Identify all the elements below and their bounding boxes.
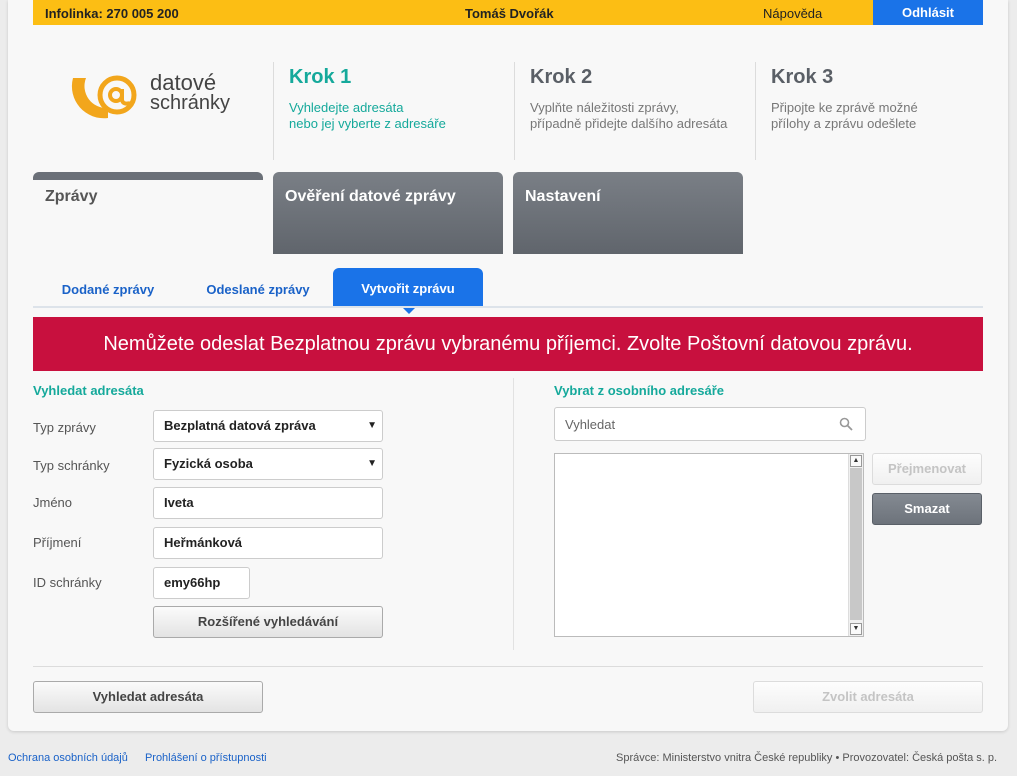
privacy-link[interactable]: Ochrana osobních údajů [8, 752, 128, 764]
name-label: Jméno [33, 495, 73, 510]
search-recipient-button[interactable]: Vyhledat adresáta [33, 681, 263, 713]
message-type-select[interactable]: Bezplatná datová zpráva ▼ [153, 410, 383, 442]
name-input[interactable]: Iveta [153, 487, 383, 519]
infoline: Infolinka: 270 005 200 [45, 6, 179, 21]
tab-messages[interactable]: Zprávy [33, 172, 263, 254]
user-name: Tomáš Dvořák [465, 6, 554, 21]
logo[interactable]: datové schránky [70, 70, 240, 125]
step-1-title: Krok 1 [289, 66, 352, 88]
scroll-down-icon[interactable]: ▼ [850, 623, 862, 635]
step-3: Krok 3 Připojte ke zprávě možné přílohy a… [755, 62, 995, 160]
address-book-list[interactable]: ▲ ▼ [554, 453, 864, 637]
address-book-title: Vybrat z osobního adresáře [554, 383, 725, 398]
message-type-value: Bezplatná datová zpráva [164, 418, 316, 433]
box-type-value: Fyzická osoba [164, 456, 253, 471]
surname-input[interactable]: Heřmánková [153, 527, 383, 559]
bottom-divider [33, 666, 983, 667]
surname-label: Příjmení [33, 535, 82, 550]
footer-links: Ochrana osobních údajů Prohlášení o přís… [8, 752, 281, 764]
tab-settings[interactable]: Nastavení [513, 172, 743, 254]
subtab-create[interactable]: Vytvořit zprávu [333, 268, 483, 314]
rename-button[interactable]: Přejmenovat [872, 453, 982, 485]
accessibility-link[interactable]: Prohlášení o přístupnosti [145, 752, 267, 764]
scroll-thumb[interactable] [850, 468, 862, 620]
help-link[interactable]: Nápověda [763, 6, 822, 21]
footer-operator: Správce: Ministerstvo vnitra České repub… [616, 752, 998, 764]
step-3-desc-1: Připojte ke zprávě možné [771, 100, 918, 115]
subtab-create-label: Vytvořit zprávu [361, 281, 455, 296]
type-label: Typ zprávy [33, 420, 96, 435]
step-1-desc-2: nebo jej vyberte z adresáře [289, 116, 446, 131]
step-3-desc-2: přílohy a zprávu odešlete [771, 116, 917, 131]
subtab-sent[interactable]: Odeslané zprávy [190, 268, 326, 306]
scroll-up-icon[interactable]: ▲ [850, 455, 862, 467]
search-recipient-title: Vyhledat adresáta [33, 383, 144, 398]
step-2: Krok 2 Vyplňte náležitosti zprávy, případ… [514, 62, 754, 160]
error-alert: Nemůžete odeslat Bezplatnou zprávu vybra… [33, 317, 983, 371]
box-type-select[interactable]: Fyzická osoba ▼ [153, 448, 383, 480]
dropdown-arrow-icon: ▼ [367, 420, 377, 431]
logo-text-2: schránky [150, 92, 231, 114]
search-icon [839, 417, 853, 431]
at-sign-logo-icon [71, 75, 137, 119]
subtab-divider [33, 306, 983, 308]
step-3-title: Krok 3 [771, 66, 834, 88]
box-type-label: Typ schránky [33, 458, 110, 473]
logout-button[interactable]: Odhlásit [873, 0, 983, 25]
choose-recipient-button[interactable]: Zvolit adresáta [753, 681, 983, 713]
box-id-label: ID schránky [33, 575, 102, 590]
address-book-search-input[interactable]: Vyhledat [554, 407, 866, 441]
step-2-desc-2: případně přidejte dalšího adresáta [530, 116, 728, 131]
delete-button[interactable]: Smazat [872, 493, 982, 525]
dropdown-arrow-icon: ▼ [367, 458, 377, 469]
search-placeholder: Vyhledat [565, 417, 616, 432]
top-bar: Infolinka: 270 005 200 Tomáš Dvořák Nápo… [33, 0, 983, 25]
advanced-search-button[interactable]: Rozšířené vyhledávání [153, 606, 383, 638]
step-1: Krok 1 Vyhledejte adresáta nebo jej vyber… [273, 62, 513, 160]
step-2-title: Krok 2 [530, 66, 593, 88]
scrollbar[interactable]: ▲ ▼ [848, 454, 863, 636]
tab-verification[interactable]: Ověření datové zprávy [273, 172, 503, 254]
step-2-desc-1: Vyplňte náležitosti zprávy, [530, 100, 679, 115]
column-divider [513, 378, 514, 650]
box-id-input[interactable]: emy66hp [153, 567, 250, 599]
step-1-desc-1: Vyhledejte adresáta [289, 100, 404, 115]
subtab-received[interactable]: Dodané zprávy [40, 268, 176, 306]
